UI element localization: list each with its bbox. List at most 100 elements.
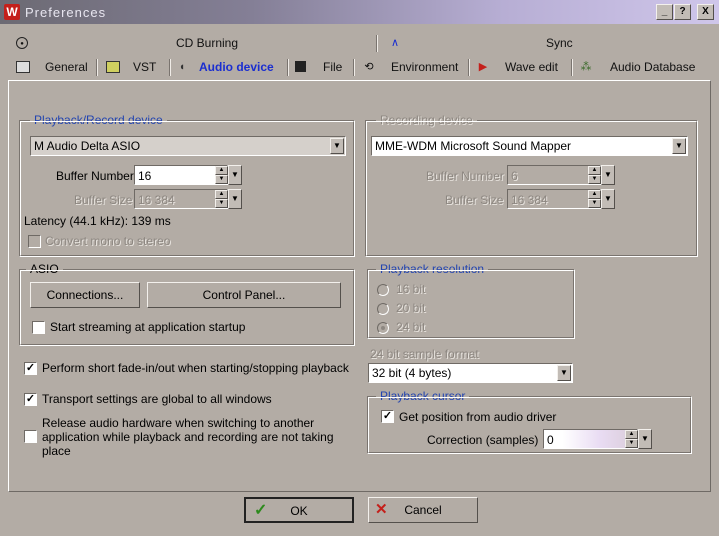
wave-edit-icon: ▶ <box>478 61 488 73</box>
tab-label: CD Burning <box>176 36 239 50</box>
window-title: Preferences <box>25 5 107 20</box>
cancel-label: Cancel <box>404 503 442 517</box>
spin-up-icon[interactable]: ▲ <box>625 430 638 439</box>
radio-16-bit <box>377 284 389 296</box>
latency-text: Latency (44.1 kHz): 139 ms <box>24 214 171 228</box>
tab-label: General <box>45 60 88 74</box>
close-button[interactable]: X <box>697 4 714 20</box>
asio-title: ASIO <box>26 262 63 276</box>
buffer-number-value: 16 <box>138 169 152 183</box>
release-hardware-checkbox[interactable] <box>24 430 37 443</box>
buffer-size-input: 16 384 <box>134 189 228 209</box>
spin-up-icon: ▲ <box>588 166 601 175</box>
spin-down-icon: ▼ <box>215 199 228 208</box>
chevron-down-icon[interactable]: ▼ <box>330 138 344 154</box>
ok-label: OK <box>290 504 308 518</box>
general-icon <box>16 61 30 73</box>
speaker-icon: ◖ <box>178 61 186 73</box>
rec-buffer-number-label: Buffer Number <box>426 169 504 183</box>
convert-mono-checkbox <box>28 235 41 248</box>
rec-buffer-size-value: 16 384 <box>511 193 548 207</box>
tab-audio-device[interactable]: ◖ Audio device <box>173 56 285 80</box>
environment-icon: ⟲ <box>364 61 374 73</box>
playback-record-title: Playback/Record device <box>30 113 167 127</box>
playback-device-value: M Audio Delta ASIO <box>34 139 141 153</box>
sync-icon: ∧ <box>390 37 400 49</box>
chevron-down-icon[interactable]: ▼ <box>228 165 242 185</box>
playback-resolution-title: Playback resolution <box>376 262 489 276</box>
start-streaming-checkbox[interactable] <box>32 321 45 334</box>
floppy-icon <box>295 61 306 72</box>
tab-separator <box>376 35 378 52</box>
tab-separator <box>571 59 573 76</box>
cancel-x-icon: ✕ <box>375 501 388 518</box>
vst-icon <box>106 61 120 73</box>
help-button[interactable]: ? <box>674 4 691 20</box>
release-hardware-label-line3: place <box>42 444 71 458</box>
recording-device-select[interactable]: MME-WDM Microsoft Sound Mapper ▼ <box>371 136 688 156</box>
chevron-down-icon[interactable]: ▼ <box>638 429 652 449</box>
buffer-size-stepper: 16 384 ▲ ▼ ▼ <box>134 189 242 209</box>
minimize-button[interactable]: _ <box>656 4 673 20</box>
cancel-button[interactable]: ✕ Cancel <box>368 497 478 523</box>
fade-label: Perform short fade-in/out when starting/… <box>42 361 349 375</box>
buffer-number-stepper[interactable]: 16 ▲ ▼ ▼ <box>134 165 242 185</box>
tab-separator <box>468 59 470 76</box>
tab-environment[interactable]: ⟲ Environment <box>358 56 468 78</box>
rec-buffer-number-input: 6 <box>507 165 601 185</box>
chevron-down-icon: ▼ <box>601 189 615 209</box>
spin-buttons: ▲ ▼ <box>215 190 228 208</box>
title-bar: W Preferences _ ? X <box>0 0 719 24</box>
spin-buttons: ▲ ▼ <box>588 190 601 208</box>
chevron-down-icon[interactable]: ▼ <box>557 365 571 381</box>
rec-buffer-size-stepper: 16 384 ▲ ▼ ▼ <box>507 189 615 209</box>
fade-checkbox[interactable]: ✓ <box>24 362 37 375</box>
transport-checkbox[interactable]: ✓ <box>24 393 37 406</box>
sample-format-label: 24 bit sample format <box>370 347 479 361</box>
radio-24-bit-label: 24 bit <box>396 320 426 334</box>
correction-label: Correction (samples) <box>427 433 539 447</box>
release-hardware-label-line1: Release audio hardware when switching to… <box>42 416 315 430</box>
connections-button[interactable]: Connections... <box>30 282 140 308</box>
rec-buffer-number-value: 6 <box>511 169 518 183</box>
rec-buffer-number-stepper: 6 ▲ ▼ ▼ <box>507 165 615 185</box>
recording-device-title: Recording device <box>376 113 477 127</box>
tab-label: Wave edit <box>505 60 558 74</box>
tab-vst[interactable]: VST <box>100 56 168 78</box>
tab-wave-edit[interactable]: ▶ Wave edit <box>472 56 570 78</box>
spin-up-icon[interactable]: ▲ <box>215 166 228 175</box>
cd-icon: ● <box>16 37 28 49</box>
chevron-down-icon[interactable]: ▼ <box>672 138 686 154</box>
chevron-down-icon: ▼ <box>228 189 242 209</box>
playback-device-select[interactable]: M Audio Delta ASIO ▼ <box>30 136 346 156</box>
spin-down-icon: ▼ <box>588 175 601 184</box>
recording-device-value: MME-WDM Microsoft Sound Mapper <box>375 139 572 153</box>
spin-down-icon[interactable]: ▼ <box>215 175 228 184</box>
playback-cursor-title: Playback cursor <box>376 389 470 403</box>
radio-20-bit <box>377 303 389 315</box>
control-panel-button[interactable]: Control Panel... <box>147 282 341 308</box>
tab-cd-burning[interactable]: ● CD Burning <box>12 32 376 54</box>
radio-16-bit-label: 16 bit <box>396 282 426 296</box>
buffer-size-value: 16 384 <box>138 193 175 207</box>
tab-sync[interactable]: ∧ Sync <box>382 32 702 54</box>
spin-buttons[interactable]: ▲ ▼ <box>625 430 638 448</box>
get-position-checkbox[interactable]: ✓ <box>381 410 394 423</box>
tab-separator <box>287 59 289 76</box>
correction-input[interactable]: 0 <box>543 429 638 449</box>
ok-button[interactable]: ✓ OK <box>244 497 354 523</box>
spin-down-icon[interactable]: ▼ <box>625 439 638 448</box>
buffer-number-input[interactable]: 16 <box>134 165 228 185</box>
radio-20-bit-label: 20 bit <box>396 301 426 315</box>
database-icon: ⁂ <box>580 61 592 73</box>
correction-value: 0 <box>547 433 554 447</box>
tab-file[interactable]: File <box>291 56 353 78</box>
radio-24-bit <box>377 322 389 334</box>
tab-audio-database[interactable]: ⁂ Audio Database <box>575 56 705 78</box>
tab-separator <box>353 59 355 76</box>
correction-stepper[interactable]: 0 ▲ ▼ ▼ <box>543 429 652 449</box>
rec-buffer-size-input: 16 384 <box>507 189 601 209</box>
spin-buttons[interactable]: ▲ ▼ <box>215 166 228 184</box>
tab-general[interactable]: General <box>10 56 94 78</box>
sample-format-select[interactable]: 32 bit (4 bytes) ▼ <box>368 363 573 383</box>
